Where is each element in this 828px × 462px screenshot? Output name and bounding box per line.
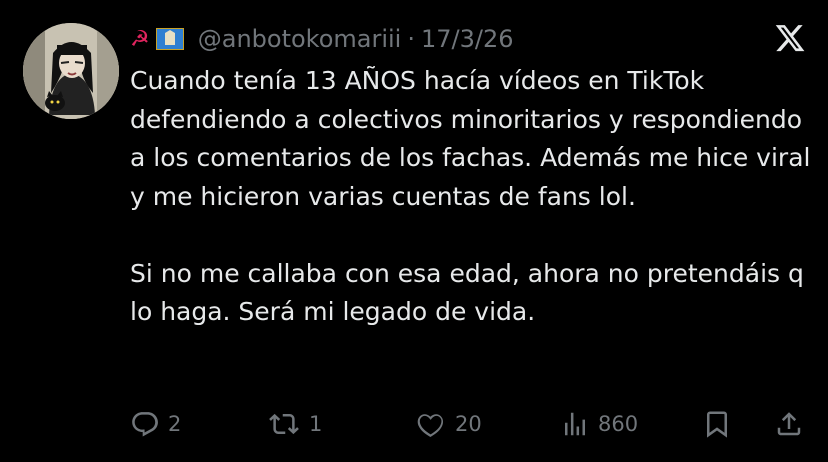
views-icon [560,409,590,439]
bookmark-icon [702,409,732,439]
share-icon [774,409,804,439]
tweet-paragraph: Si no me callaba con esa edad, ahora no … [130,258,804,327]
share-button[interactable] [774,404,804,444]
heart-icon [415,409,447,439]
separator-dot: · [407,25,415,53]
views-button[interactable]: 860 [560,404,638,444]
reply-icon [130,409,160,439]
repost-button[interactable]: 1 [267,404,322,444]
repost-count: 1 [309,412,323,436]
like-count: 20 [455,412,482,436]
tweet-header: ☭ @anbotokomariii · 17/3/26 [130,22,514,56]
reply-count: 2 [168,412,182,436]
like-button[interactable]: 20 [415,404,482,444]
tweet-paragraph: Cuando tenía 13 AÑOS hacía vídeos en Tik… [130,66,811,211]
flag-hammer-sickle-icon: ☭ [130,26,150,52]
views-count: 860 [598,412,639,436]
flag-icon [154,27,185,51]
repost-icon [267,409,301,439]
action-bar: 2 1 20 860 [130,404,810,444]
x-logo-icon[interactable] [774,22,806,54]
avatar[interactable] [23,23,119,119]
bookmark-button[interactable] [702,404,732,444]
username-handle[interactable]: @anbotokomariii [198,25,402,53]
tweet-text: Cuando tenía 13 AÑOS hacía vídeos en Tik… [130,62,820,332]
post-date[interactable]: 17/3/26 [421,25,514,53]
reply-button[interactable]: 2 [130,404,181,444]
